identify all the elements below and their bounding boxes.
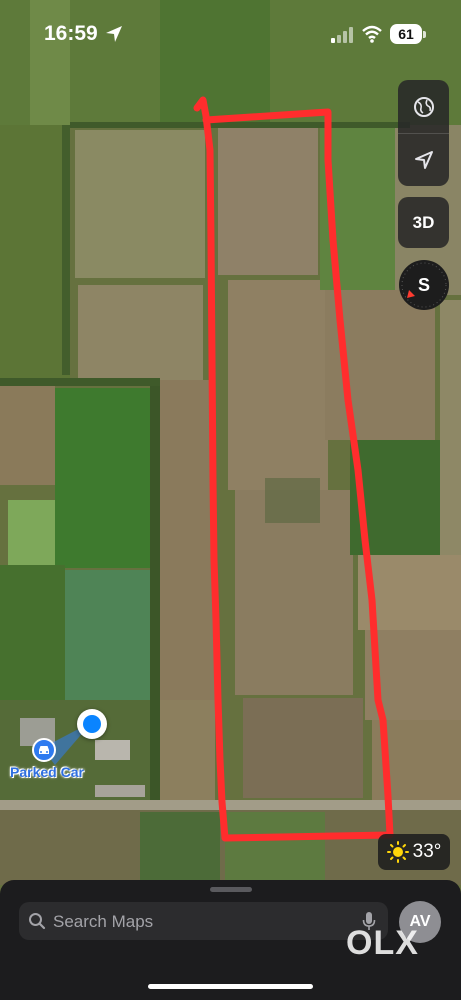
search-input[interactable]: Search Maps xyxy=(53,912,153,932)
wifi-icon xyxy=(362,25,382,43)
status-bar: 16:59 61 xyxy=(0,0,461,70)
home-indicator[interactable] xyxy=(148,984,313,989)
sun-icon xyxy=(386,841,409,863)
compass-heading: S xyxy=(417,275,430,295)
weather-badge[interactable]: 33° xyxy=(378,834,450,870)
map-mode-button[interactable] xyxy=(398,80,449,133)
user-location-marker[interactable] xyxy=(77,709,107,739)
location-services-icon xyxy=(106,26,122,42)
status-time: 16:59 xyxy=(44,22,98,45)
search-bar[interactable]: Search Maps xyxy=(19,902,388,940)
parked-car-pin[interactable] xyxy=(32,738,56,762)
search-icon xyxy=(29,913,46,930)
sheet-grabber[interactable] xyxy=(210,887,252,892)
map-controls-group xyxy=(398,80,449,186)
cellular-signal-icon xyxy=(331,27,353,43)
watermark-logo: OLX xyxy=(346,924,419,962)
user-location-dot xyxy=(83,715,101,733)
parked-car-label[interactable]: Parked Car xyxy=(10,764,84,780)
battery-indicator: 61 xyxy=(390,24,422,44)
3d-view-button[interactable]: 3D xyxy=(398,197,449,248)
current-location-button[interactable] xyxy=(398,133,449,186)
location-arrow-icon xyxy=(414,150,433,169)
globe-icon xyxy=(413,96,434,117)
car-icon xyxy=(39,746,49,754)
temperature: 33° xyxy=(412,841,442,862)
battery-tip xyxy=(423,31,426,38)
compass-button[interactable]: S xyxy=(399,260,449,310)
